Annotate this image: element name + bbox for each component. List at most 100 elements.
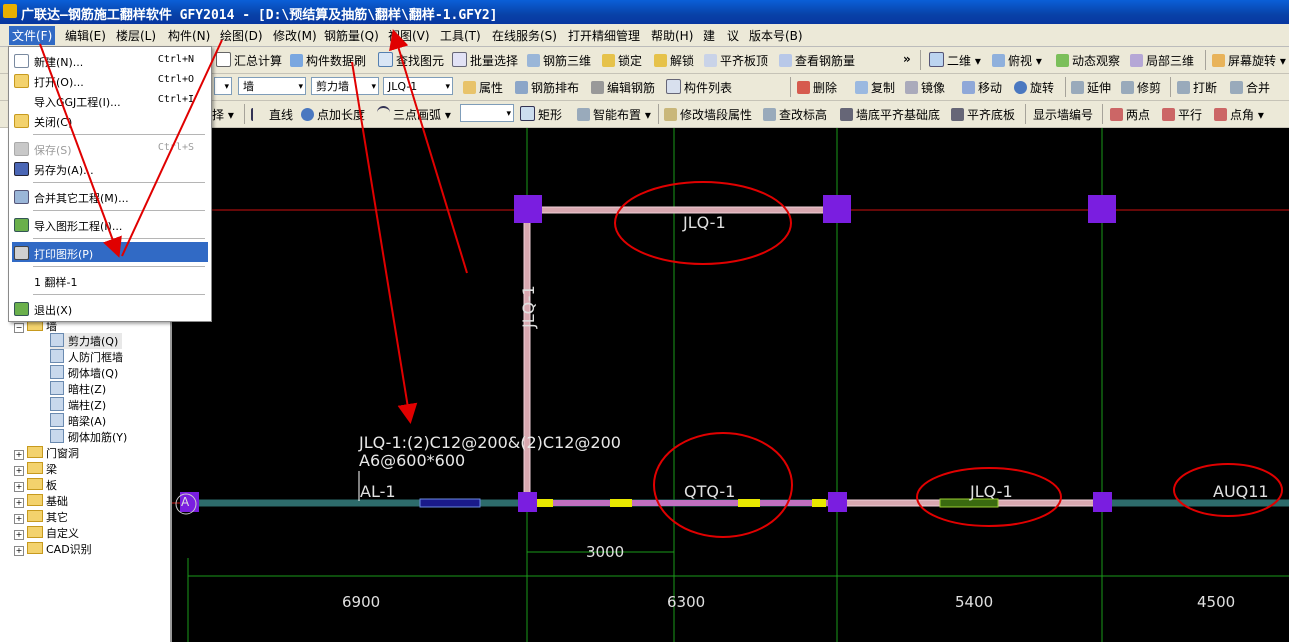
menu-file[interactable]: 文件(F) <box>9 26 56 45</box>
view-2d-dropdown[interactable]: 二维 ▾ <box>929 52 981 69</box>
menu-item-save-as[interactable]: 另存为(A)... <box>12 158 208 178</box>
menu-item-save[interactable]: 保存(S) Ctrl+S <box>12 138 208 158</box>
tree-item-hidden-beam[interactable]: 暗梁(A) <box>50 413 106 429</box>
align-bottom-slab-button[interactable]: 平齐底板 <box>951 106 1015 123</box>
properties-button[interactable]: 属性 <box>463 79 503 96</box>
tree-group-cad[interactable]: + CAD识别 <box>14 541 92 557</box>
screen-rotate-dropdown[interactable]: 屏幕旋转 ▾ <box>1212 52 1286 69</box>
tree-group-other[interactable]: + 其它 <box>14 509 68 525</box>
parallel-button[interactable]: 平行 <box>1162 106 1202 123</box>
summary-calc-button[interactable]: 汇总计算 <box>216 52 282 69</box>
tree-group-openings[interactable]: + 门窗洞 <box>14 445 79 461</box>
tree-item-blast-door-wall[interactable]: 人防门框墙 <box>50 349 123 365</box>
menu-item-close[interactable]: 关闭(C) <box>12 110 208 130</box>
show-wall-number-button[interactable]: 显示墙编号 <box>1033 106 1093 123</box>
component-list-button[interactable]: 构件列表 <box>666 79 732 96</box>
local-3d-button[interactable]: 局部三维 <box>1130 52 1194 69</box>
tree-group-foundation[interactable]: + 基础 <box>14 493 68 509</box>
tree-item-masonry-rebar[interactable]: 砌体加筋(Y) <box>50 429 127 445</box>
menu-item-exit[interactable]: 退出(X) <box>12 298 208 318</box>
component-name-combo[interactable]: JLQ-1 ▾ <box>383 77 453 95</box>
toolbar-overflow-button[interactable]: » <box>903 52 911 66</box>
find-element-button[interactable]: 查找图元 <box>378 52 444 69</box>
smart-layout-dropdown[interactable]: 智能布置 ▾ <box>577 106 651 123</box>
menu-suggest-1[interactable]: 建 <box>703 27 715 44</box>
edit-rebar-button[interactable]: 编辑钢筋 <box>591 79 655 96</box>
wall-jlq1-vertical[interactable] <box>523 209 531 504</box>
rotate-button[interactable]: 旋转 <box>1014 79 1054 96</box>
lock-button[interactable]: 锁定 <box>602 52 642 69</box>
delete-button[interactable]: 删除 <box>797 79 837 96</box>
select-dropdown[interactable]: 择 ▾ <box>212 106 234 123</box>
wall-qtq1[interactable] <box>527 500 837 506</box>
expand-icon[interactable]: + <box>14 482 24 492</box>
category-combo[interactable]: 墙 ▾ <box>238 77 306 95</box>
copy-button[interactable]: 复制 <box>855 79 895 96</box>
column[interactable] <box>514 195 542 223</box>
menu-version[interactable]: 版本号(B) <box>749 27 803 44</box>
column[interactable] <box>518 492 537 512</box>
arc-option-combo[interactable]: ▾ <box>460 104 514 122</box>
menu-component[interactable]: 构件(N) <box>168 27 210 44</box>
three-point-arc-dropdown[interactable]: 三点画弧 ▾ <box>377 106 451 123</box>
menu-view[interactable]: 视图(V) <box>388 27 430 44</box>
menu-draw[interactable]: 绘图(D) <box>220 27 263 44</box>
check-elevation-button[interactable]: 查改标高 <box>763 106 827 123</box>
tree-group-slab[interactable]: + 板 <box>14 477 57 493</box>
column[interactable] <box>828 492 847 512</box>
rebar-layout-button[interactable]: 钢筋排布 <box>515 79 579 96</box>
align-slab-top-button[interactable]: 平齐板顶 <box>704 52 768 69</box>
menu-item-import-ggj[interactable]: 导入GGJ工程(I)... Ctrl+I <box>12 90 208 110</box>
point-length-button[interactable]: 点加长度 <box>301 106 365 123</box>
break-button[interactable]: 打断 <box>1177 79 1217 96</box>
menu-fine-manage[interactable]: 打开精细管理 <box>568 27 640 44</box>
mirror-button[interactable]: 镜像 <box>905 79 945 96</box>
menu-modify[interactable]: 修改(M) <box>273 27 317 44</box>
menu-suggest-2[interactable]: 议 <box>727 27 739 44</box>
rectangle-button[interactable]: 矩形 <box>520 106 562 123</box>
point-angle-dropdown[interactable]: 点角 ▾ <box>1214 106 1264 123</box>
merge-button[interactable]: 合并 <box>1230 79 1270 96</box>
menu-item-print[interactable]: 打印图形(P) <box>12 242 208 262</box>
edit-wall-segment-button[interactable]: 修改墙段属性 <box>664 106 752 123</box>
expand-icon[interactable]: + <box>14 466 24 476</box>
expand-icon[interactable]: + <box>14 498 24 508</box>
view-rebar-qty-button[interactable]: 查看钢筋量 <box>779 52 855 69</box>
expand-icon[interactable]: + <box>14 546 24 556</box>
move-button[interactable]: 移动 <box>962 79 1002 96</box>
collapse-icon[interactable]: − <box>14 323 24 333</box>
trim-button[interactable]: 修剪 <box>1121 79 1161 96</box>
wall-bottom-align-button[interactable]: 墙底平齐基础底 <box>840 106 940 123</box>
menu-item-recent-file[interactable]: 1 翻样-1 <box>12 270 208 290</box>
tree-item-end-column[interactable]: 端柱(Z) <box>50 397 106 413</box>
menu-edit[interactable]: 编辑(E) <box>65 27 106 44</box>
wall-jlq1-top[interactable] <box>526 206 838 214</box>
tree-item-masonry-wall[interactable]: 砌体墙(Q) <box>50 365 118 381</box>
menu-online[interactable]: 在线服务(S) <box>492 27 557 44</box>
menu-tools[interactable]: 工具(T) <box>440 27 481 44</box>
tree-item-shear-wall[interactable]: 剪力墙(Q) <box>50 333 123 349</box>
tree-group-beam[interactable]: + 梁 <box>14 461 57 477</box>
tree-group-custom[interactable]: + 自定义 <box>14 525 79 541</box>
type-combo[interactable]: 剪力墙 ▾ <box>311 77 379 95</box>
menu-floor[interactable]: 楼层(L) <box>116 27 156 44</box>
menu-item-new[interactable]: 新建(N)... Ctrl+N <box>12 50 208 70</box>
tree-item-hidden-column[interactable]: 暗柱(Z) <box>50 381 106 397</box>
rebar-3d-button[interactable]: 钢筋三维 <box>527 52 591 69</box>
column[interactable] <box>1093 492 1112 512</box>
drawing-canvas[interactable]: JLQ-1 JLQ-1 JLQ-1:(2)C12@200&(2)C12@200 … <box>172 128 1289 642</box>
line-button[interactable]: 直线 <box>251 106 293 123</box>
menu-item-merge-project[interactable]: 合并其它工程(M)... <box>12 186 208 206</box>
top-view-dropdown[interactable]: 俯视 ▾ <box>992 52 1042 69</box>
expand-icon[interactable]: + <box>14 450 24 460</box>
unlock-button[interactable]: 解锁 <box>654 52 694 69</box>
column[interactable] <box>823 195 851 223</box>
two-point-button[interactable]: 两点 <box>1110 106 1150 123</box>
prev-combo-tail[interactable]: ▾ <box>214 77 232 95</box>
expand-icon[interactable]: + <box>14 530 24 540</box>
extend-button[interactable]: 延伸 <box>1071 79 1111 96</box>
column[interactable] <box>1088 195 1116 223</box>
menu-help[interactable]: 帮助(H) <box>651 27 693 44</box>
batch-select-button[interactable]: 批量选择 <box>452 52 518 69</box>
menu-item-open[interactable]: 打开(O)... Ctrl+O <box>12 70 208 90</box>
